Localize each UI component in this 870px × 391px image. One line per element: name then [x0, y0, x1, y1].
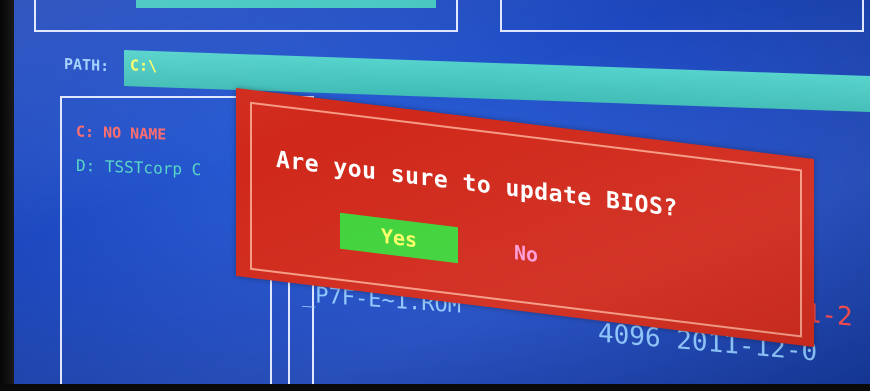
drive-item-c[interactable]: C: NO NAME — [76, 122, 166, 143]
top-right-panel — [500, 0, 864, 32]
monitor-bezel-bottom — [0, 384, 870, 391]
no-button[interactable]: No — [496, 232, 556, 275]
drive-item-d[interactable]: D: TSSTcorp C — [76, 156, 201, 179]
top-left-highlight — [136, 0, 436, 8]
top-left-panel — [34, 0, 458, 32]
path-value: C:\ — [130, 56, 158, 76]
monitor-bezel — [0, 0, 14, 391]
path-label: PATH: — [64, 54, 110, 76]
path-row: PATH: C:\ — [54, 50, 870, 113]
bios-screen: PATH: C:\ C: NO NAME D: TSSTcorp C _P7F-… — [14, 0, 870, 384]
photo-frame: PATH: C:\ C: NO NAME D: TSSTcorp C _P7F-… — [0, 0, 870, 391]
